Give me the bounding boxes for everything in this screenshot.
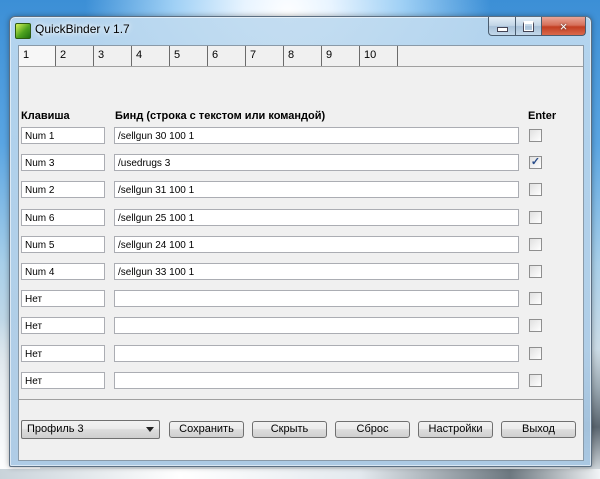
tab-1[interactable]: 1 xyxy=(19,46,56,67)
app-icon xyxy=(15,23,31,39)
quickbinder-window: QuickBinder v 1.7 × 1 2 3 4 5 6 7 8 9 10 Клавиша … xyxy=(9,16,592,467)
key-field[interactable]: Нет xyxy=(21,290,105,307)
tab-label: 10 xyxy=(364,49,377,61)
background-snow-bottom xyxy=(0,469,600,479)
bind-field[interactable] xyxy=(114,290,519,307)
header-bind: Бинд (строка с текстом или командой) xyxy=(115,110,326,122)
reset-button[interactable]: Сброс xyxy=(335,421,410,438)
tab-label: 8 xyxy=(288,49,295,61)
enter-checkbox[interactable] xyxy=(529,292,542,305)
save-button[interactable]: Сохранить xyxy=(169,421,244,438)
chevron-down-icon xyxy=(146,427,154,432)
header-key: Клавиша xyxy=(21,110,70,122)
enter-checkbox[interactable] xyxy=(529,129,542,142)
settings-button[interactable]: Настройки xyxy=(418,421,493,438)
tab-4[interactable]: 4 xyxy=(132,46,170,66)
key-field[interactable]: Нет xyxy=(21,372,105,389)
bind-field[interactable]: /sellgun 24 100 1 xyxy=(114,236,519,253)
checkmark-icon: ✓ xyxy=(530,156,541,168)
tab-strip: 1 2 3 4 5 6 7 8 9 10 xyxy=(19,46,398,67)
key-field[interactable]: Num 3 xyxy=(21,154,105,171)
tab-3[interactable]: 3 xyxy=(94,46,132,66)
window-title: QuickBinder v 1.7 xyxy=(35,22,130,36)
close-button[interactable]: × xyxy=(542,17,586,36)
key-field[interactable]: Num 5 xyxy=(21,236,105,253)
bind-field[interactable] xyxy=(114,317,519,334)
tab-label: 1 xyxy=(23,49,30,61)
bind-field[interactable]: /sellgun 33 100 1 xyxy=(114,263,519,280)
key-field[interactable]: Num 4 xyxy=(21,263,105,280)
enter-checkbox[interactable] xyxy=(529,183,542,196)
maximize-button[interactable] xyxy=(516,17,542,36)
enter-checkbox[interactable] xyxy=(529,374,542,387)
tab-2[interactable]: 2 xyxy=(56,46,94,66)
enter-checkbox[interactable] xyxy=(529,265,542,278)
client-area: 1 2 3 4 5 6 7 8 9 10 Клавиша Бинд (строка с текст… xyxy=(18,45,584,461)
bind-field[interactable]: /usedrugs 3 xyxy=(114,154,519,171)
tab-7[interactable]: 7 xyxy=(246,46,284,66)
exit-button[interactable]: Выход xyxy=(501,421,576,438)
bind-field[interactable]: /sellgun 30 100 1 xyxy=(114,127,519,144)
enter-checkbox[interactable] xyxy=(529,347,542,360)
tab-8[interactable]: 8 xyxy=(284,46,322,66)
tab-label: 3 xyxy=(98,49,105,61)
tab-9[interactable]: 9 xyxy=(322,46,360,66)
enter-checkbox[interactable] xyxy=(529,211,542,224)
tab-label: 6 xyxy=(212,49,219,61)
minimize-button[interactable] xyxy=(488,17,516,36)
header-enter: Enter xyxy=(528,110,557,122)
enter-checkbox[interactable] xyxy=(529,238,542,251)
tab-10[interactable]: 10 xyxy=(360,46,398,66)
key-field[interactable]: Num 2 xyxy=(21,181,105,198)
tab-label: 9 xyxy=(326,49,333,61)
close-icon: × xyxy=(559,18,568,34)
caption-buttons: × xyxy=(488,17,586,36)
key-field[interactable]: Нет xyxy=(21,345,105,362)
tab-label: 2 xyxy=(60,49,67,61)
tab-6[interactable]: 6 xyxy=(208,46,246,66)
minimize-icon xyxy=(496,26,508,32)
tab-strip-divider xyxy=(19,66,583,67)
key-field[interactable]: Num 1 xyxy=(21,127,105,144)
enter-checkbox[interactable]: ✓ xyxy=(529,156,542,169)
bind-field[interactable]: /sellgun 25 100 1 xyxy=(114,209,519,226)
tab-label: 5 xyxy=(174,49,181,61)
footer-divider xyxy=(19,399,583,400)
profile-select-value: Профиль 3 xyxy=(27,423,84,435)
tab-5[interactable]: 5 xyxy=(170,46,208,66)
bind-field[interactable]: /sellgun 31 100 1 xyxy=(114,181,519,198)
bind-field[interactable] xyxy=(114,372,519,389)
bind-field[interactable] xyxy=(114,345,519,362)
enter-checkbox[interactable] xyxy=(529,319,542,332)
key-field[interactable]: Нет xyxy=(21,317,105,334)
tab-label: 4 xyxy=(136,49,143,61)
tab-label: 7 xyxy=(250,49,257,61)
title-bar[interactable]: QuickBinder v 1.7 × xyxy=(10,17,591,43)
hide-button[interactable]: Скрыть xyxy=(252,421,327,438)
key-field[interactable]: Num 6 xyxy=(21,209,105,226)
maximize-icon xyxy=(523,20,534,32)
profile-select[interactable]: Профиль 3 xyxy=(21,420,160,439)
